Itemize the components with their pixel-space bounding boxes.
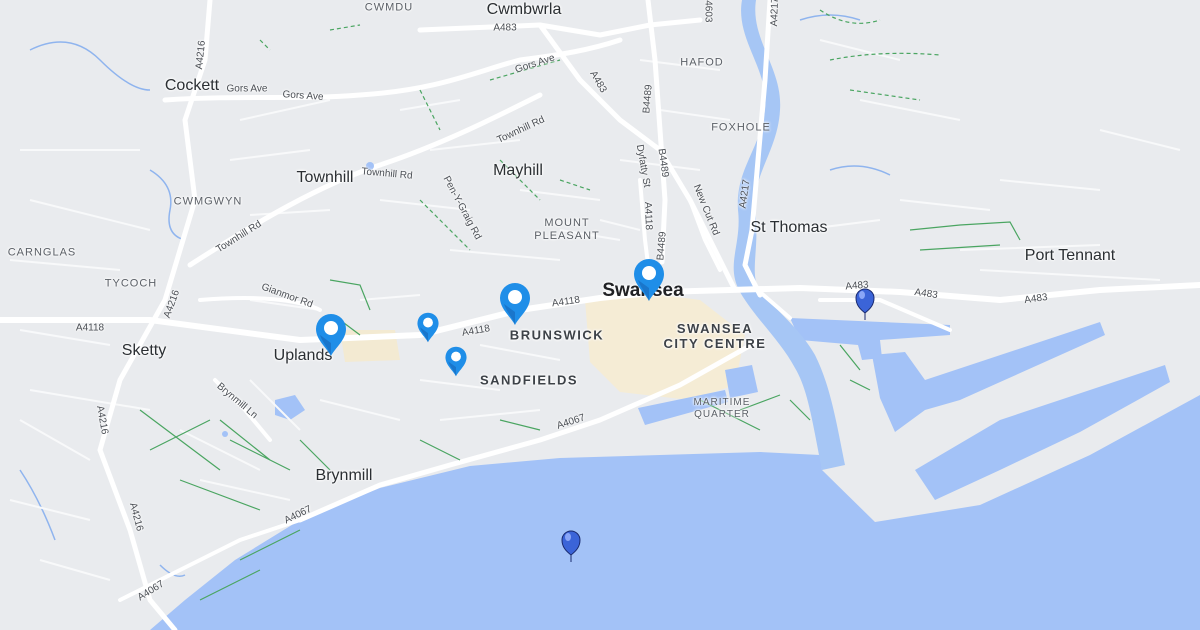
marker-brunswick-west[interactable] [416,312,440,343]
label-cwmdu: CWMDU [364,1,414,14]
park-pond [222,431,228,437]
label-mayhill: Mayhill [493,162,543,179]
map-canvas[interactable]: CWMDU Cwmbwrla Cockett HAFOD FOXHOLE Tow… [0,0,1200,630]
label-cwmbwrla: Cwmbwrla [486,1,562,18]
label-foxhole: FOXHOLE [711,121,771,134]
road-label-a4603: A4603 [702,0,714,23]
road-label-a4118-north: A4118 [642,201,654,231]
map-pin-icon [561,530,581,562]
road-label-a483-north: A483 [493,22,517,34]
label-port-tennant: Port Tennant [1024,247,1116,264]
label-cwmgwyn: CWMGWYN [173,195,243,208]
road-label-a4217-north: A4217 [768,0,782,27]
map-pin-icon [634,259,664,301]
label-carnglas: CARNGLAS [7,246,77,259]
map-pin-icon [500,283,530,325]
marker-docks[interactable] [854,287,876,321]
marker-brunswick[interactable] [498,282,532,326]
road-label-a4118-west: A4118 [75,322,105,334]
map-pin-icon [417,312,439,343]
label-maritime-quarter: MARITIME QUARTER [693,397,751,420]
label-hafod: HAFOD [680,56,724,69]
label-sketty: Sketty [121,342,167,359]
map-pin-icon [445,346,467,377]
label-mount-pleasant: MOUNT PLEASANT [534,217,600,242]
marker-swansea-centre[interactable] [632,258,666,302]
lake-singleton [275,395,305,420]
label-tycoch: TYCOCH [104,277,158,290]
marker-uplands[interactable] [314,313,348,357]
label-brynmill: Brynmill [315,467,373,484]
label-st-thomas: St Thomas [750,219,828,236]
label-brunswick: BRUNSWICK [509,327,605,343]
label-townhill: Townhill [296,169,354,186]
label-swansea-city-centre: SWANSEA CITY CENTRE [663,321,767,351]
label-cockett: Cockett [164,77,220,94]
map-pin-icon [855,288,875,320]
label-sandfields: SANDFIELDS [479,372,579,388]
marker-bay[interactable] [560,529,582,563]
marker-sandfields[interactable] [444,346,468,377]
road-label-gors-ave-west: Gors Ave [226,83,268,95]
tawe-basin [725,365,758,398]
map-pin-icon [316,314,346,356]
